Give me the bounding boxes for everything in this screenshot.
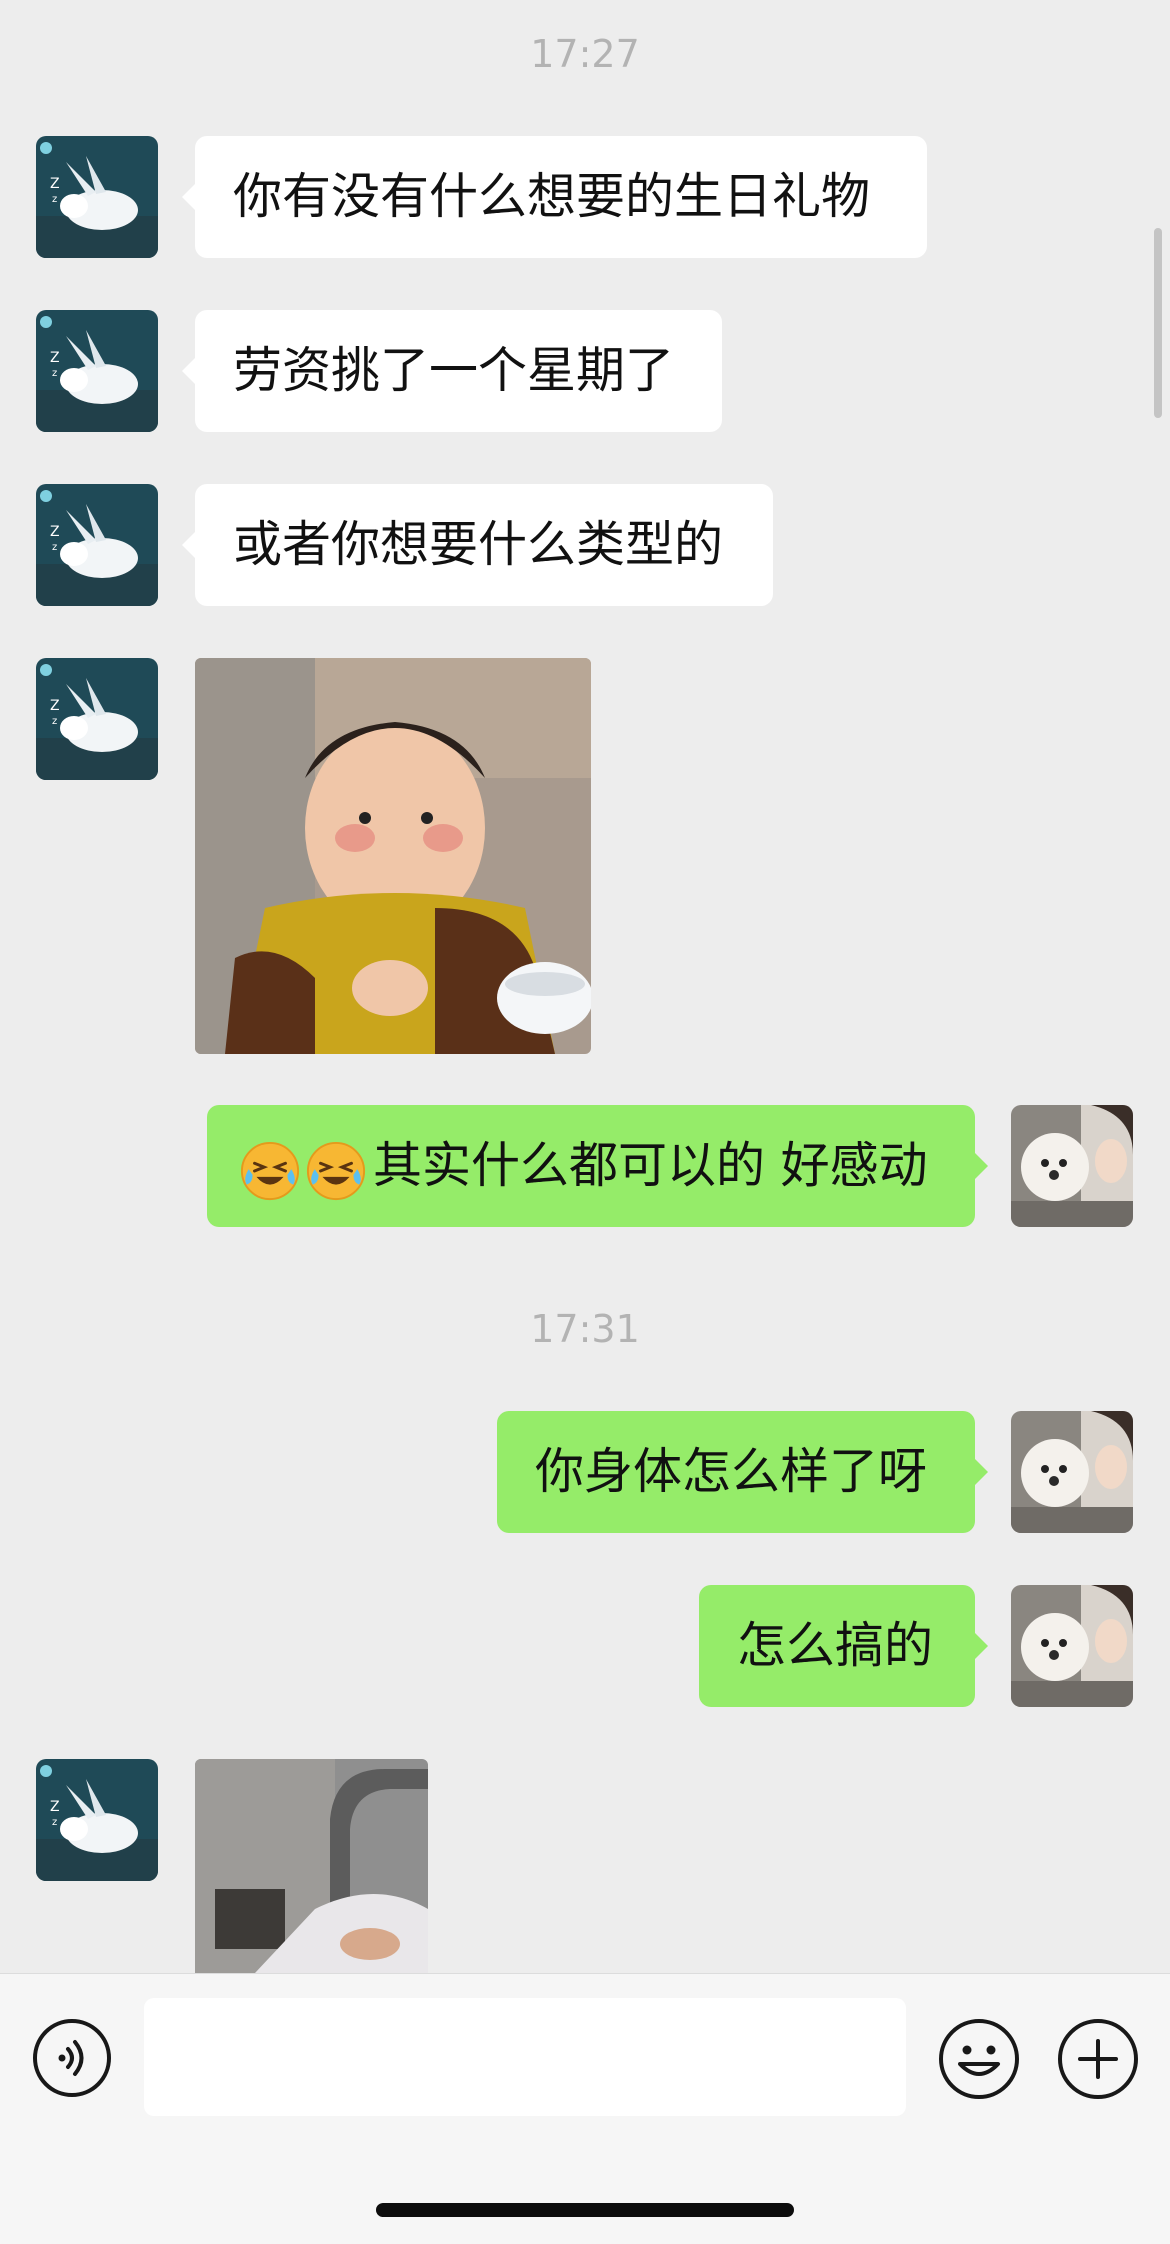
emoji-group xyxy=(239,1108,371,1230)
plus-icon xyxy=(1058,2019,1138,2099)
sleeping-rabbit-avatar-image xyxy=(36,658,158,780)
contact-avatar[interactable] xyxy=(36,484,158,606)
message-text: 其实什么都可以的 好感动 xyxy=(373,1137,928,1194)
home-indicator xyxy=(376,2203,794,2217)
voice-button[interactable] xyxy=(32,2018,112,2098)
incoming-message-bubble[interactable]: 或者你想要什么类型的 xyxy=(182,484,773,606)
contact-avatar[interactable] xyxy=(36,310,158,432)
baby-sticker-graphic xyxy=(195,658,591,1054)
contact-avatar[interactable] xyxy=(36,1759,158,1881)
self-avatar[interactable] xyxy=(1011,1585,1133,1707)
outgoing-message-bubble[interactable]: 怎么搞的 xyxy=(699,1585,988,1707)
input-bar xyxy=(0,1973,1170,2244)
white-dog-selfie-avatar-image xyxy=(1011,1411,1133,1533)
sleeping-rabbit-avatar-image xyxy=(36,136,158,258)
self-avatar[interactable] xyxy=(1011,1105,1133,1227)
message-input[interactable] xyxy=(144,1998,906,2116)
sleeping-rabbit-avatar-image xyxy=(36,1759,158,1881)
baby-sticker-image[interactable] xyxy=(195,658,591,1054)
plus-button[interactable] xyxy=(1057,2018,1139,2100)
timestamp: 17:27 xyxy=(530,32,640,76)
grinning-squinting-tears-emoji xyxy=(305,1140,367,1202)
outgoing-message-bubble[interactable]: 其实什么都可以的 好感动 xyxy=(207,1105,988,1230)
sleeping-rabbit-avatar-image xyxy=(36,310,158,432)
outgoing-message-bubble[interactable]: 你身体怎么样了呀 xyxy=(497,1411,988,1533)
incoming-message-bubble[interactable]: 劳资挑了一个星期了 xyxy=(182,310,722,432)
timestamp: 17:31 xyxy=(530,1307,640,1351)
photo-graphic xyxy=(195,1759,428,1973)
contact-avatar[interactable] xyxy=(36,658,158,780)
emoji-button[interactable] xyxy=(938,2018,1020,2100)
white-dog-selfie-avatar-image xyxy=(1011,1105,1133,1227)
contact-avatar[interactable] xyxy=(36,136,158,258)
scrollbar[interactable] xyxy=(1154,228,1162,418)
incoming-message-bubble[interactable]: 你有没有什么想要的生日礼物 xyxy=(182,136,927,258)
sleeping-rabbit-avatar-image xyxy=(36,484,158,606)
emoji-icon xyxy=(939,2019,1019,2099)
self-avatar[interactable] xyxy=(1011,1411,1133,1533)
white-dog-selfie-avatar-image xyxy=(1011,1585,1133,1707)
grinning-squinting-tears-emoji xyxy=(239,1140,301,1202)
voice-icon xyxy=(33,2019,111,2097)
photo-message-image[interactable] xyxy=(195,1759,428,1973)
